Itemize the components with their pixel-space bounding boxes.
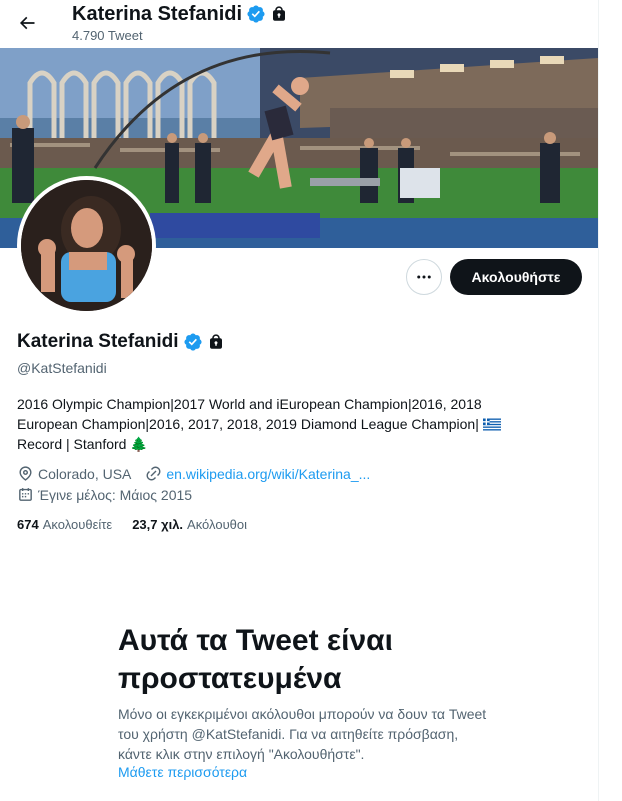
following-count: 674 [17,517,39,532]
profile-bio: 2016 Olympic Champion|2017 World and iEu… [17,394,547,454]
following-label: Ακολουθείτε [42,517,113,532]
website-link[interactable]: en.wikipedia.org/wiki/Katerina_... [166,466,370,482]
calendar-icon [19,488,32,501]
avatar-image [21,180,152,311]
profile-name-row: Katerina Stefanidi [17,330,225,354]
profile-meta-joined: Έγινε μέλος: Μάιος 2015 [17,486,206,503]
bio-line: Record | Stanford 🌲 [17,434,547,454]
following-link[interactable]: 674 Ακολουθείτε [17,517,112,532]
top-bar: Katerina Stefanidi 4.790 Tweet [0,0,598,48]
verified-badge-icon[interactable] [183,332,203,352]
bio-line-text: Record | Stanford [17,436,127,452]
profile-meta: Colorado, USA en.wikipedia.org/wiki/Kate… [17,465,384,482]
arrow-left-icon [19,16,35,30]
followers-label: Ακόλουθοι [187,517,248,532]
tweet-count: 4.790 Tweet [72,28,143,43]
more-options-button[interactable] [406,259,442,295]
profile-page: Katerina Stefanidi 4.790 Tweet Ακολουθήσ… [0,0,600,801]
greek-flag-icon [482,418,501,431]
followers-count: 23,7 χιλ. [132,517,184,532]
tree-emoji-icon: 🌲 [130,436,148,452]
bio-line: European Champion|2016, 2017, 2018, 2019… [17,414,547,434]
link-icon [146,466,161,481]
top-display-name: Katerina Stefanidi [72,3,243,25]
followers-link[interactable]: 23,7 χιλ. Ακόλουθοι [132,517,247,532]
back-button[interactable] [10,6,44,40]
verified-badge-icon [247,5,265,23]
display-name: Katerina Stefanidi [17,331,179,352]
follow-button[interactable]: Ακολουθήστε [450,259,582,295]
join-date: Έγινε μέλος: Μάιος 2015 [17,486,192,503]
join-date-text: Έγινε μέλος: Μάιος 2015 [38,486,193,503]
website: en.wikipedia.org/wiki/Katerina_... [145,465,370,482]
location: Colorado, USA [17,465,131,482]
location-text: Colorado, USA [38,465,132,482]
location-pin-icon [19,466,32,481]
more-dots-icon [417,275,431,279]
learn-more-link[interactable]: Μάθετε περισσότερα [118,764,247,780]
protected-description: Μόνο οι εγκεκριμένοι ακόλουθοι μπορούν ν… [118,706,487,762]
follow-stats: 674 Ακολουθείτε 23,7 χιλ. Ακόλουθοι [17,517,267,532]
lock-icon [273,6,286,21]
bio-line: 2016 Olympic Champion|2017 World and iEu… [17,396,482,412]
lock-icon [209,334,222,349]
top-name-row: Katerina Stefanidi [72,2,288,26]
avatar[interactable] [17,176,156,315]
bio-line-text: European Champion|2016, 2017, 2018, 2019… [17,416,479,432]
user-handle: @KatStefanidi [17,360,107,376]
protected-title: Αυτά τα Tweet είναι προστατευμένα [118,624,393,695]
column-divider [598,0,599,801]
